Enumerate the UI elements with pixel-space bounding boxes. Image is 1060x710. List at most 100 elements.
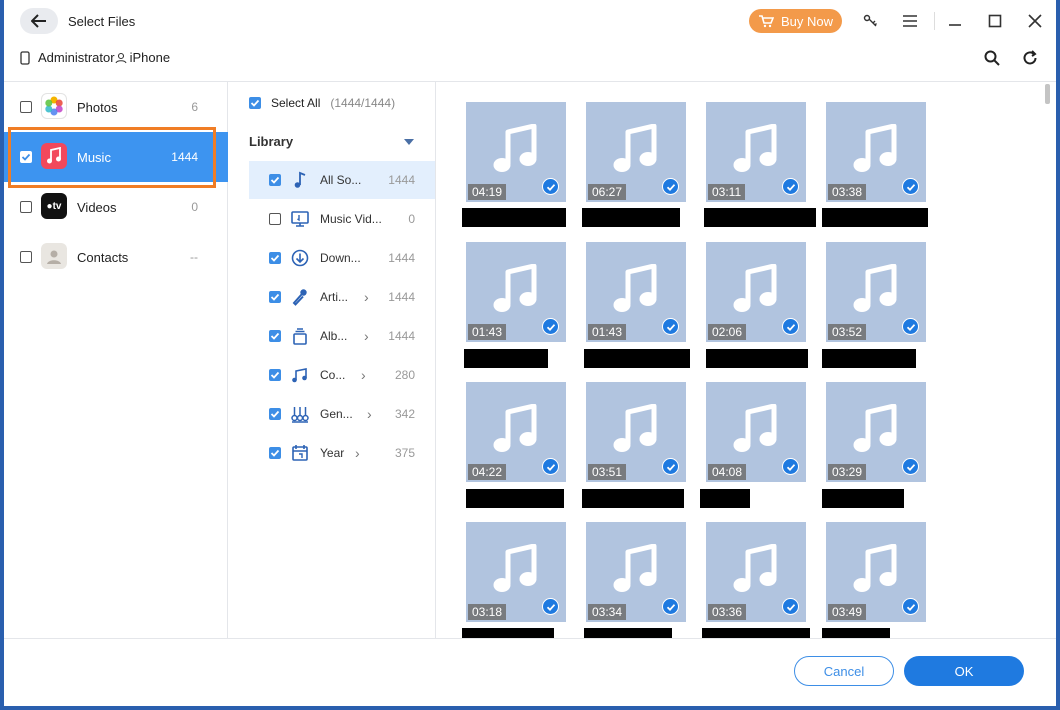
- search-icon[interactable]: [983, 49, 1001, 67]
- music-note-icon: [613, 124, 657, 172]
- item-checkbox[interactable]: [269, 408, 281, 420]
- menu-icon[interactable]: [901, 12, 919, 30]
- music-note-icon: [294, 171, 306, 188]
- song-tile[interactable]: 01:43: [586, 242, 686, 342]
- chevron-right-icon[interactable]: ›: [364, 328, 369, 344]
- song-tile[interactable]: 03:36: [706, 522, 806, 622]
- library-item-artists[interactable]: Arti... › 1444: [249, 278, 435, 316]
- library-item-genres[interactable]: Gen... › 342: [249, 395, 435, 433]
- checkmark-icon[interactable]: [662, 178, 679, 195]
- checkmark-icon[interactable]: [902, 458, 919, 475]
- library-item-music-videos[interactable]: Music Vid... 0: [249, 200, 435, 238]
- music-note-icon: [613, 404, 657, 452]
- checkmark-icon[interactable]: [782, 318, 799, 335]
- key-icon[interactable]: [862, 12, 880, 30]
- song-tile[interactable]: 03:38: [826, 102, 926, 202]
- back-button[interactable]: [20, 8, 58, 34]
- checkmark-icon[interactable]: [902, 178, 919, 195]
- song-tile[interactable]: 03:11: [706, 102, 806, 202]
- item-checkbox[interactable]: [269, 447, 281, 459]
- computer-name: Administrator: [38, 50, 115, 65]
- checkmark-icon[interactable]: [782, 178, 799, 195]
- item-checkbox[interactable]: [269, 291, 281, 303]
- select-all-checkbox[interactable]: [249, 97, 261, 109]
- item-checkbox[interactable]: [269, 330, 281, 342]
- category-label: Photos: [77, 99, 118, 115]
- library-item-downloaded[interactable]: Down... 1444: [249, 239, 435, 277]
- song-tile[interactable]: 03:52: [826, 242, 926, 342]
- scrollbar-thumb[interactable]: [1045, 84, 1050, 104]
- music-note-icon: [733, 544, 777, 592]
- song-tile[interactable]: 04:22: [466, 382, 566, 482]
- song-tile[interactable]: 02:06: [706, 242, 806, 342]
- library-item-year[interactable]: Year › 375: [249, 434, 435, 472]
- chevron-right-icon[interactable]: ›: [361, 367, 366, 383]
- item-checkbox[interactable]: [269, 213, 281, 225]
- chevron-right-icon[interactable]: ›: [367, 406, 372, 422]
- song-duration: 03:36: [708, 604, 747, 620]
- contacts-checkbox[interactable]: [20, 251, 32, 263]
- item-label: Co...: [320, 368, 346, 382]
- redacted-song-title: [462, 208, 566, 227]
- category-videos[interactable]: ●tv Videos 0: [4, 182, 228, 232]
- checkmark-icon[interactable]: [542, 318, 559, 335]
- category-photos[interactable]: Photos 6: [4, 82, 228, 132]
- redacted-song-title: [584, 349, 690, 368]
- item-label: Arti...: [320, 290, 349, 304]
- checkmark-icon[interactable]: [662, 598, 679, 615]
- checkmark-icon[interactable]: [542, 458, 559, 475]
- category-sidebar: Photos 6 Music 1444 ●tv Videos 0 Contact…: [4, 82, 228, 638]
- close-icon[interactable]: [1026, 12, 1044, 30]
- title-divider: [934, 12, 935, 30]
- grid-scrollbar[interactable]: [1042, 82, 1056, 638]
- redacted-song-title: [582, 489, 684, 508]
- item-count: 1444: [388, 173, 415, 187]
- item-checkbox[interactable]: [269, 252, 281, 264]
- maximize-icon[interactable]: [986, 12, 1004, 30]
- select-all-row[interactable]: Select All (1444/1444): [249, 96, 395, 110]
- checkmark-icon[interactable]: [782, 598, 799, 615]
- redacted-song-title: [700, 489, 750, 508]
- photos-checkbox[interactable]: [20, 101, 32, 113]
- checkmark-icon[interactable]: [782, 458, 799, 475]
- song-duration: 03:29: [828, 464, 867, 480]
- download-icon: [291, 249, 309, 267]
- chevron-right-icon[interactable]: ›: [355, 445, 360, 461]
- cancel-button[interactable]: Cancel: [794, 656, 894, 686]
- song-tile[interactable]: 03:49: [826, 522, 926, 622]
- item-label: Music Vid...: [320, 212, 382, 226]
- chevron-right-icon[interactable]: ›: [364, 289, 369, 305]
- song-tile[interactable]: 03:29: [826, 382, 926, 482]
- checkmark-icon[interactable]: [902, 318, 919, 335]
- category-contacts[interactable]: Contacts --: [4, 232, 228, 282]
- song-tile[interactable]: 04:08: [706, 382, 806, 482]
- caret-down-icon[interactable]: [404, 139, 414, 145]
- item-checkbox[interactable]: [269, 174, 281, 186]
- song-duration: 06:27: [588, 184, 627, 200]
- song-tile[interactable]: 03:51: [586, 382, 686, 482]
- song-duration: 03:11: [708, 184, 746, 200]
- checkmark-icon[interactable]: [662, 318, 679, 335]
- song-duration: 03:34: [588, 604, 627, 620]
- library-item-composers[interactable]: Co... › 280: [249, 356, 435, 394]
- minimize-icon[interactable]: [946, 12, 964, 30]
- checkmark-icon[interactable]: [902, 598, 919, 615]
- song-tile[interactable]: 03:34: [586, 522, 686, 622]
- song-tile[interactable]: 03:18: [466, 522, 566, 622]
- item-count: 1444: [388, 290, 415, 304]
- song-tile[interactable]: 04:19: [466, 102, 566, 202]
- checkmark-icon[interactable]: [662, 458, 679, 475]
- ok-button[interactable]: OK: [904, 656, 1024, 686]
- library-item-albums[interactable]: Alb... › 1444: [249, 317, 435, 355]
- item-checkbox[interactable]: [269, 369, 281, 381]
- song-tile[interactable]: 06:27: [586, 102, 686, 202]
- buy-now-button[interactable]: Buy Now: [749, 9, 842, 33]
- item-label: Alb...: [320, 329, 348, 343]
- videos-checkbox[interactable]: [20, 201, 32, 213]
- checkmark-icon[interactable]: [542, 598, 559, 615]
- library-item-all-songs[interactable]: All So... 1444: [249, 161, 435, 199]
- checkmark-icon[interactable]: [542, 178, 559, 195]
- redacted-song-title: [702, 628, 810, 638]
- refresh-icon[interactable]: [1021, 49, 1039, 67]
- song-tile[interactable]: 01:43: [466, 242, 566, 342]
